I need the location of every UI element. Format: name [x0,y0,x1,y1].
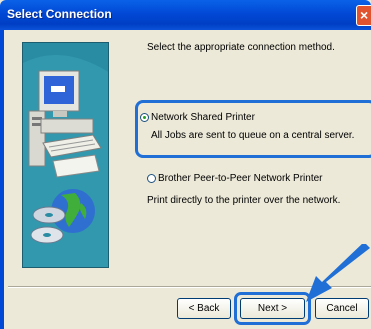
back-button[interactable]: < Back [177,298,231,319]
window-frame-left [0,30,4,329]
instruction-text: Select the appropriate connection method… [147,42,335,53]
window-title: Select Connection [7,7,112,21]
next-button[interactable]: Next > [240,298,305,319]
radio-peer-to-peer-printer[interactable] [147,174,156,183]
option-peer-to-peer-description: Print directly to the printer over the n… [147,195,341,206]
option-peer-to-peer-label[interactable]: Brother Peer-to-Peer Network Printer [158,173,323,184]
close-button[interactable]: × [356,5,371,26]
select-connection-dialog: Select Connection × Select the appropria… [0,0,371,329]
selection-highlight [135,100,371,158]
title-bar[interactable]: Select Connection × [0,0,371,30]
illustration-svg [23,43,108,267]
computer-globe-illustration [22,42,109,268]
option-network-shared-printer-label[interactable]: Network Shared Printer [151,112,255,123]
close-icon: × [360,7,369,23]
option-network-shared-printer-description: All Jobs are sent to queue on a central … [151,130,355,141]
radio-network-shared-printer[interactable] [140,113,149,122]
pointer-arrow [306,244,370,302]
